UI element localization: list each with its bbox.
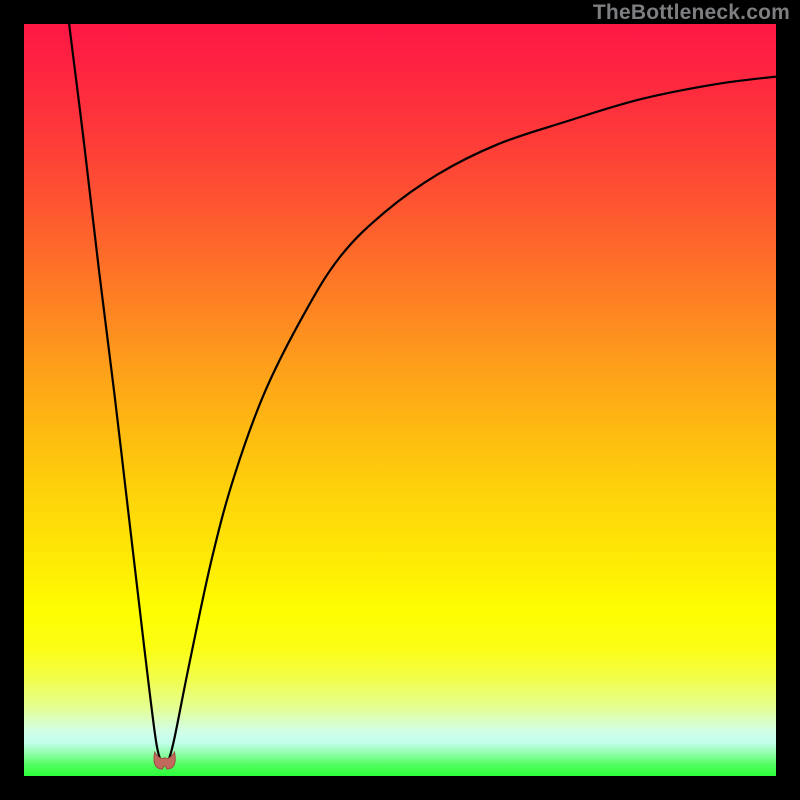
bottleneck-chart bbox=[24, 24, 776, 776]
chart-background bbox=[24, 24, 776, 776]
watermark-text: TheBottleneck.com bbox=[593, 1, 790, 25]
chart-frame: TheBottleneck.com bbox=[0, 0, 800, 800]
